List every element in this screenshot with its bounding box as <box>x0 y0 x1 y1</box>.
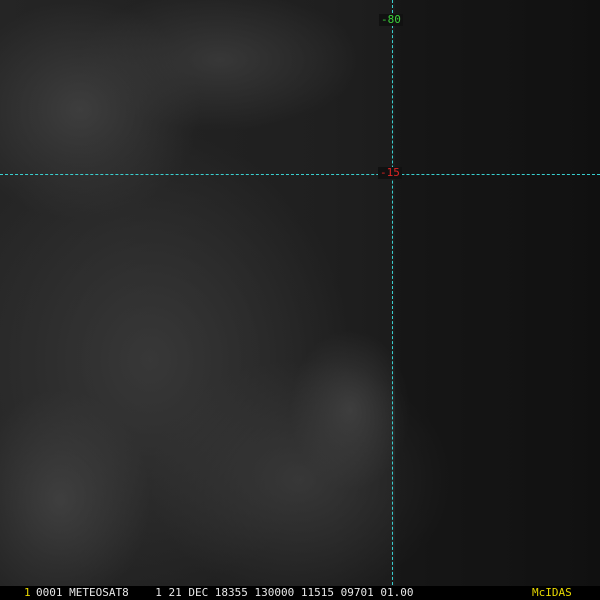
mcidas-brand: McIDAS <box>532 586 572 599</box>
dark-region <box>395 0 600 586</box>
satellite-image-frame: -80 -15 1 0001 METEOSAT8 1 21 DEC 18355 … <box>0 0 600 600</box>
longitude-gridline <box>392 0 393 600</box>
latitude-gridline <box>0 174 600 175</box>
status-bar: 1 0001 METEOSAT8 1 21 DEC 18355 130000 1… <box>0 586 600 600</box>
image-info-text: 0001 METEOSAT8 1 21 DEC 18355 130000 115… <box>36 586 414 599</box>
latitude-label: -15 <box>378 166 402 179</box>
longitude-label: -80 <box>379 13 403 26</box>
satellite-imagery <box>0 0 600 600</box>
frame-number: 1 <box>24 586 31 599</box>
